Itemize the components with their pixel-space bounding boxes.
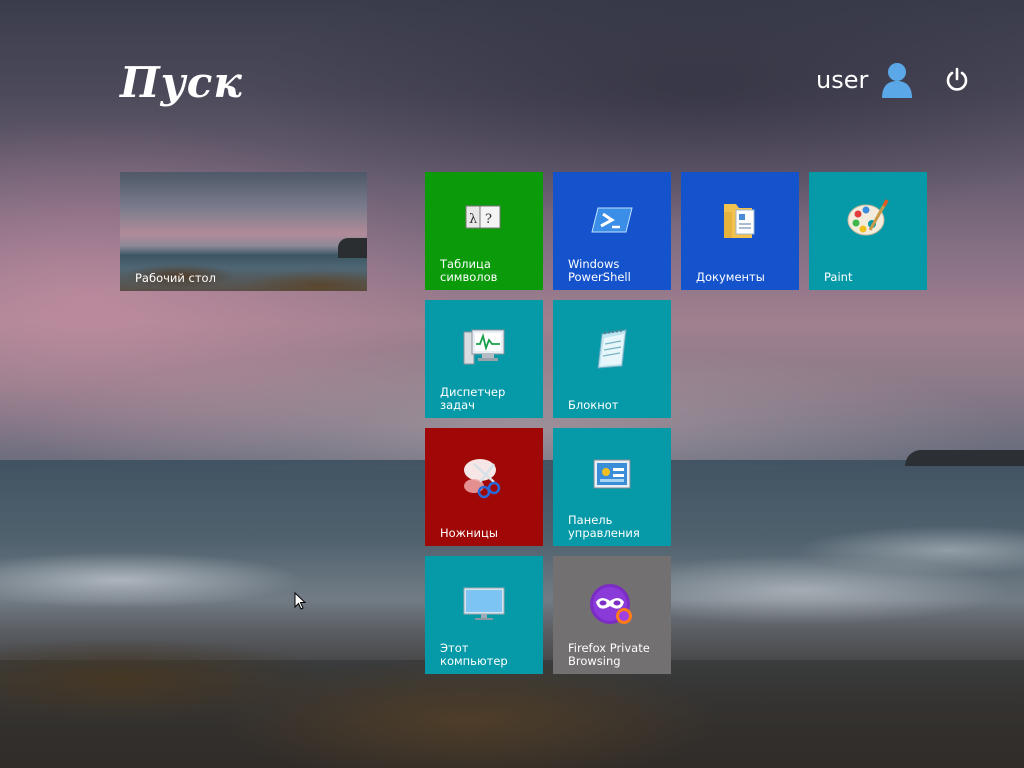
svg-text:λ: λ [469, 212, 477, 227]
svg-text:?: ? [485, 212, 492, 227]
tile-label: Paint [824, 270, 853, 284]
tile-desktop-label: Рабочий стол [135, 271, 216, 285]
mouse-cursor-icon [294, 592, 306, 610]
task-manager-icon [463, 329, 505, 365]
control-panel-icon [593, 459, 631, 489]
tile-notepad[interactable]: Блокнот [553, 300, 671, 418]
wallpaper-headland [905, 450, 1024, 466]
tile-label: Ножницы [440, 526, 498, 540]
tile-label: Блокнот [568, 398, 619, 412]
powershell-icon [591, 207, 633, 233]
tile-label: Таблица символов [440, 257, 498, 284]
tile-task-manager[interactable]: Диспетчер задач [425, 300, 543, 418]
tile-this-pc[interactable]: Этот компьютер [425, 556, 543, 674]
tile-control-panel[interactable]: Панель управления [553, 428, 671, 546]
tile-firefox-private[interactable]: Firefox Private Browsing [553, 556, 671, 674]
tile-snipping-tool[interactable]: Ножницы [425, 428, 543, 546]
notepad-icon [597, 328, 627, 369]
user-name[interactable]: user [816, 66, 868, 94]
tile-documents[interactable]: Документы [681, 172, 799, 290]
tile-paint[interactable]: Paint [809, 172, 927, 290]
tile-powershell[interactable]: Windows PowerShell [553, 172, 671, 290]
tile-character-map[interactable]: λ ? Таблица символов [425, 172, 543, 290]
scissors-icon [464, 459, 501, 499]
firefox-private-icon [590, 584, 632, 624]
tile-label: Firefox Private Browsing [568, 641, 650, 668]
character-map-icon: λ ? [465, 205, 501, 229]
start-screen: Пуск user Рабочий стол λ ? Таблица симво… [0, 0, 1024, 768]
computer-monitor-icon [463, 587, 505, 620]
user-icon[interactable] [880, 62, 914, 98]
desktop-tile-cliff [338, 238, 367, 258]
tile-desktop[interactable]: Рабочий стол [120, 172, 367, 291]
tile-label: Документы [696, 270, 765, 284]
tile-label: Этот компьютер [440, 641, 508, 668]
paint-palette-icon [847, 199, 889, 236]
documents-folder-icon [724, 204, 755, 238]
tile-label: Панель управления [568, 513, 640, 540]
start-title: Пуск [120, 58, 243, 107]
tile-label: Диспетчер задач [440, 385, 506, 412]
power-icon[interactable] [944, 66, 970, 94]
tile-label: Windows PowerShell [568, 257, 631, 284]
